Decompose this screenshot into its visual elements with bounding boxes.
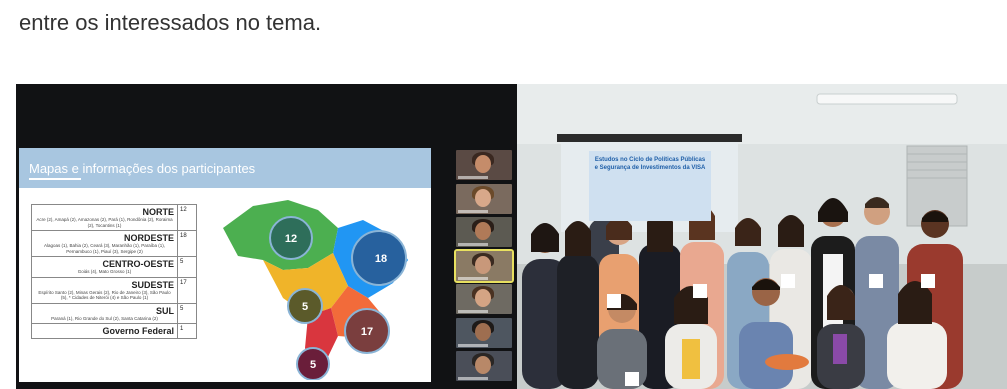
participant-video-tile-active[interactable] [454,248,514,283]
article-image: Mapas e informações dos participantes NO… [16,84,1007,389]
region-states: Paraná (1), Rio Grande do Sul (2), Santa… [51,315,158,321]
map-bubble-label: 5 [302,301,308,313]
presentation-slide: Mapas e informações dos participantes NO… [19,148,431,382]
map-bubble-label: 5 [310,359,316,371]
region-row-sul: SUL Paraná (1), Rio Grande do Sul (2), S… [31,303,197,324]
participant-video-tile[interactable] [456,183,512,214]
region-states: Espírito Santo (2), Minas Gerais (2), Ri… [38,289,171,301]
region-row-nordeste: NORDESTE Alagoas (1), Bahia (2), Ceará (… [31,231,197,257]
map-bubble-south: 5 [296,347,330,380]
map-bubble-southeast: 17 [344,308,390,354]
region-states: Acre (2), Amapá (2), Amazonas (2), Pará … [36,217,173,228]
group-photo: Estudos no Ciclo de Políticas Públicas e… [517,84,1007,389]
slide-title-underline [29,178,81,180]
participant-thumbnails [454,150,514,385]
map-bubble-centerwest: 5 [287,288,323,324]
region-name: NORTE [142,207,175,217]
participant-video-tile[interactable] [456,351,512,381]
map-bubble-north: 12 [269,216,313,260]
region-name: NORDESTE [123,233,174,243]
participant-video-tile[interactable] [456,217,512,247]
region-states: Alagoas (1), Bahia (2), Ceará (3), Maran… [43,243,166,254]
region-count: 12 [177,205,196,230]
region-states: Goiás (4), Mato Grosso (1) [77,269,132,274]
region-count: 1 [177,324,196,338]
region-name: SUL [156,305,174,316]
brazil-map: 12 18 5 17 5 [223,200,408,380]
region-row-norte: NORTE Acre (2), Amapá (2), Amazonas (2),… [31,204,197,231]
region-name: CENTRO-OESTE [102,259,174,269]
projection-text: Estudos no Ciclo de Políticas Públicas e… [594,157,706,171]
participant-video-tile[interactable] [456,317,512,348]
group-photo-scene [517,84,1007,389]
region-row-sudeste: SUDESTE Espírito Santo (2), Minas Gerais… [31,277,197,304]
participant-video-tile[interactable] [456,284,512,314]
map-bubble-label: 12 [285,233,297,245]
region-name: SUDESTE [131,279,174,290]
region-name: Governo Federal [102,326,174,336]
region-count: 18 [177,231,196,256]
video-call-screenshot: Mapas e informações dos participantes NO… [16,84,517,389]
region-count: 17 [177,277,196,303]
region-row-governo-federal: Governo Federal 1 [31,324,197,339]
projection-screen: Estudos no Ciclo de Políticas Públicas e… [589,151,711,221]
slide-title: Mapas e informações dos participantes [29,161,256,176]
region-row-centro-oeste: CENTRO-OESTE Goiás (4), Mato Grosso (1) … [31,257,197,278]
map-bubble-label: 18 [375,253,387,265]
slide-header: Mapas e informações dos participantes [19,148,431,188]
map-bubble-northeast: 18 [351,230,407,286]
map-bubble-label: 17 [361,326,373,338]
participant-video-tile[interactable] [456,150,512,180]
region-count: 5 [177,303,196,323]
region-table: NORTE Acre (2), Amapá (2), Amazonas (2),… [31,204,197,339]
article-paragraph: entre os interessados no tema. [19,10,322,35]
region-count: 5 [177,257,196,277]
